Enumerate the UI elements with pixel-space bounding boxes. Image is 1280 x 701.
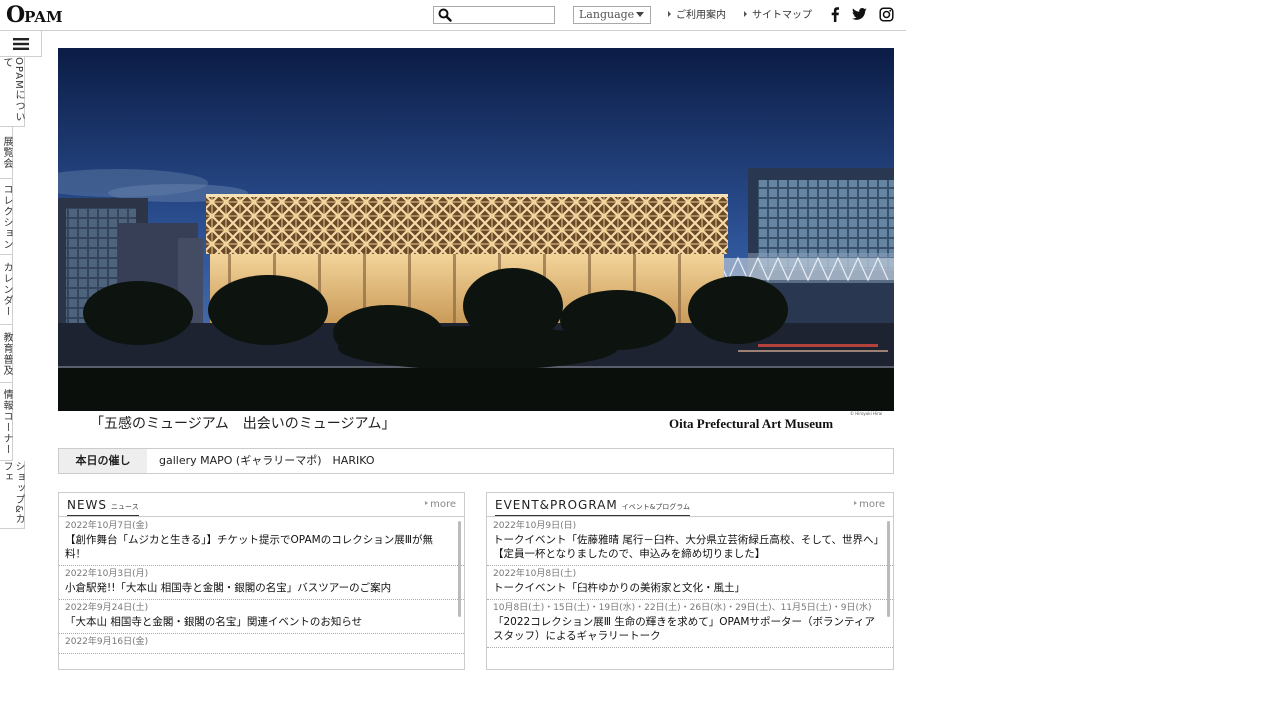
news-panel-header: NEWS ニュース more [59, 493, 464, 517]
news-title: NEWS ニュース [67, 498, 139, 516]
photo-credit: © Hiroyuki Hirai [850, 411, 883, 416]
opam-logo[interactable]: OPAM [6, 3, 63, 29]
side-nav: OPAMについて 展覧会 コレクション カレンダー 教育普及 情報コーナー ショ… [0, 31, 42, 529]
news-more-link[interactable]: more [425, 499, 456, 510]
news-list[interactable]: 2022年10月7日(金) 【創作舞台「ムジカと生きる」】チケット提示でOPAM… [59, 518, 464, 669]
today-event-link[interactable]: gallery MAPO (ギャラリーマポ) HARIKO [159, 449, 374, 473]
news-item[interactable]: 2022年9月24日(土) 「大本山 相国寺と金閣・銀閣の名宝」関連イベントのお… [59, 600, 464, 634]
site-header: OPAM Language ご利用案内 サイトマップ [0, 0, 906, 31]
twitter-icon[interactable] [852, 7, 867, 22]
nav-item-collection[interactable]: コレクション [0, 179, 13, 255]
arrow-right-icon [425, 501, 429, 505]
instagram-icon[interactable] [879, 7, 894, 22]
today-label: 本日の催し [59, 449, 147, 473]
chevron-down-icon [636, 12, 644, 17]
hero-photo [58, 48, 894, 411]
menu-button[interactable] [0, 31, 42, 57]
events-panel-header: EVENT&PROGRAM イベント&プログラム more [487, 493, 893, 517]
language-select-label: Language [579, 8, 635, 21]
search-input[interactable] [454, 7, 552, 23]
arrow-right-icon [854, 501, 858, 505]
nav-item-exhibitions[interactable]: 展覧会 [0, 127, 13, 179]
event-item[interactable]: 2022年10月8日(土) トークイベント「臼杵ゆかりの美術家と文化・風土」 [487, 566, 893, 600]
today-events-bar: 本日の催し gallery MAPO (ギャラリーマポ) HARIKO [58, 448, 894, 474]
news-item[interactable]: 2022年10月3日(月) 小倉駅発!!「大本山 相国寺と金閣・銀閣の名宝」バス… [59, 566, 464, 600]
nav-item-shop-cafe[interactable]: ショップ&カフェ [0, 461, 25, 529]
search-box[interactable] [433, 6, 555, 24]
nav-item-info-corner[interactable]: 情報コーナー [0, 383, 13, 461]
arrow-right-icon [668, 11, 671, 17]
museum-night-photo [58, 48, 894, 411]
facebook-icon[interactable] [828, 7, 843, 22]
events-scrollbar[interactable] [887, 521, 890, 617]
news-item[interactable]: 2022年10月7日(金) 【創作舞台「ムジカと生きる」】チケット提示でOPAM… [59, 518, 464, 566]
museum-name: Oita Prefectural Art Museum [669, 416, 834, 431]
hero-tagline: 「五感のミュージアム 出会いのミュージアム」 [90, 416, 396, 432]
news-panel: NEWS ニュース more 2022年10月7日(金) 【創作舞台「ムジカと生き… [58, 492, 465, 670]
news-scrollbar[interactable] [458, 521, 461, 617]
event-item[interactable]: 10月8日(土)・15日(土)・19日(水)・22日(土)・26日(水)・29日… [487, 600, 893, 648]
news-item[interactable]: 2022年9月16日(金) [59, 634, 464, 654]
language-select[interactable]: Language [573, 6, 651, 24]
guide-link[interactable]: ご利用案内 [668, 9, 726, 23]
events-more-link[interactable]: more [854, 499, 885, 510]
arrow-right-icon [744, 11, 747, 17]
events-title: EVENT&PROGRAM イベント&プログラム [495, 498, 691, 516]
events-panel: EVENT&PROGRAM イベント&プログラム more 2022年10月9日(… [486, 492, 894, 670]
nav-item-calendar[interactable]: カレンダー [0, 255, 13, 325]
nav-item-about[interactable]: OPAMについて [0, 57, 25, 127]
event-item[interactable]: 2022年10月9日(日) トークイベント「佐藤雅晴 尾行－臼杵、大分県立芸術緑… [487, 518, 893, 566]
nav-item-education[interactable]: 教育普及 [0, 325, 13, 383]
search-icon[interactable] [438, 8, 452, 22]
hamburger-icon[interactable] [12, 37, 29, 50]
sitemap-link[interactable]: サイトマップ [744, 9, 812, 23]
events-list[interactable]: 2022年10月9日(日) トークイベント「佐藤雅晴 尾行－臼杵、大分県立芸術緑… [487, 518, 893, 669]
